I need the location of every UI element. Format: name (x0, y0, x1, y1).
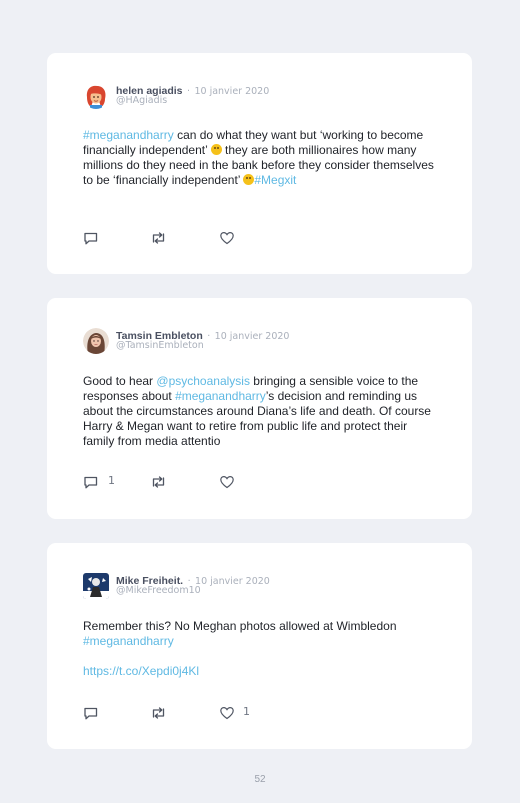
reply-icon (84, 707, 98, 720)
tweet-date[interactable]: 10 janvier 2020 (195, 576, 270, 587)
reply-icon (84, 232, 98, 245)
author-handle[interactable]: @HAgiadis (116, 95, 167, 106)
profile-photo-icon (83, 573, 109, 599)
heart-icon (220, 706, 234, 720)
like-button[interactable] (219, 230, 235, 246)
tweet-date[interactable]: 10 janvier 2020 (194, 86, 269, 97)
thinking-face-emoji-icon (210, 144, 222, 155)
tweet-card: Mike Freiheit. · 10 janvier 2020 @MikeFr… (47, 543, 472, 749)
heart-icon (220, 231, 234, 245)
woman-red-hair-emoji-icon (83, 83, 109, 109)
mention-link[interactable]: @psychoanalysis (156, 374, 250, 388)
retweet-icon (152, 232, 165, 244)
reply-button[interactable] (83, 705, 99, 721)
hashtag-link[interactable]: #meganandharry (83, 634, 174, 648)
reply-icon (84, 476, 98, 489)
reply-button[interactable] (83, 474, 99, 490)
text-segment: Good to hear (83, 374, 157, 388)
tweet-card: Tamsin Embleton · 10 janvier 2020 @Tamsi… (47, 298, 472, 519)
reply-button[interactable] (83, 230, 99, 246)
tweet-text: Remember this? No Meghan photos allowed … (83, 619, 438, 679)
text-segment: Remember this? No Meghan photos allowed … (83, 619, 397, 633)
reply-count: 1 (108, 474, 115, 487)
hashtag-link[interactable]: #Megxit (254, 173, 296, 187)
tweet-date[interactable]: 10 janvier 2020 (215, 331, 290, 342)
tweet-card: helen agiadis · 10 janvier 2020 @HAgiadi… (47, 53, 472, 274)
like-button[interactable] (219, 705, 235, 721)
tweet-text: #meganandharry can do what they want but… (83, 128, 438, 188)
retweet-button[interactable] (150, 705, 167, 721)
tweet-text: Good to hear @psychoanalysis bringing a … (83, 374, 438, 449)
separator: · (186, 86, 191, 97)
avatar[interactable] (83, 83, 109, 109)
heart-icon (220, 475, 234, 489)
tweet-paragraph: https://t.co/Xepdi0j4Kl (83, 664, 438, 679)
tweet-paragraph: Remember this? No Meghan photos allowed … (83, 619, 438, 649)
retweet-icon (152, 707, 165, 719)
avatar[interactable] (83, 573, 109, 599)
hashtag-link[interactable]: #meganandharry (83, 128, 174, 142)
retweet-button[interactable] (150, 230, 167, 246)
avatar[interactable] (83, 328, 109, 354)
like-count: 1 (243, 705, 250, 718)
author-handle[interactable]: @MikeFreedom10 (116, 585, 201, 596)
thinking-face-emoji-icon (243, 174, 255, 185)
profile-photo-icon (83, 328, 109, 354)
url-link[interactable]: https://t.co/Xepdi0j4Kl (83, 664, 199, 678)
page-number: 52 (254, 774, 266, 785)
retweet-button[interactable] (150, 474, 167, 490)
separator: · (207, 331, 211, 342)
author-handle[interactable]: @TamsinEmbleton (116, 340, 204, 351)
hashtag-link[interactable]: #meganandharry (175, 389, 266, 403)
like-button[interactable] (219, 474, 235, 490)
retweet-icon (152, 476, 165, 488)
